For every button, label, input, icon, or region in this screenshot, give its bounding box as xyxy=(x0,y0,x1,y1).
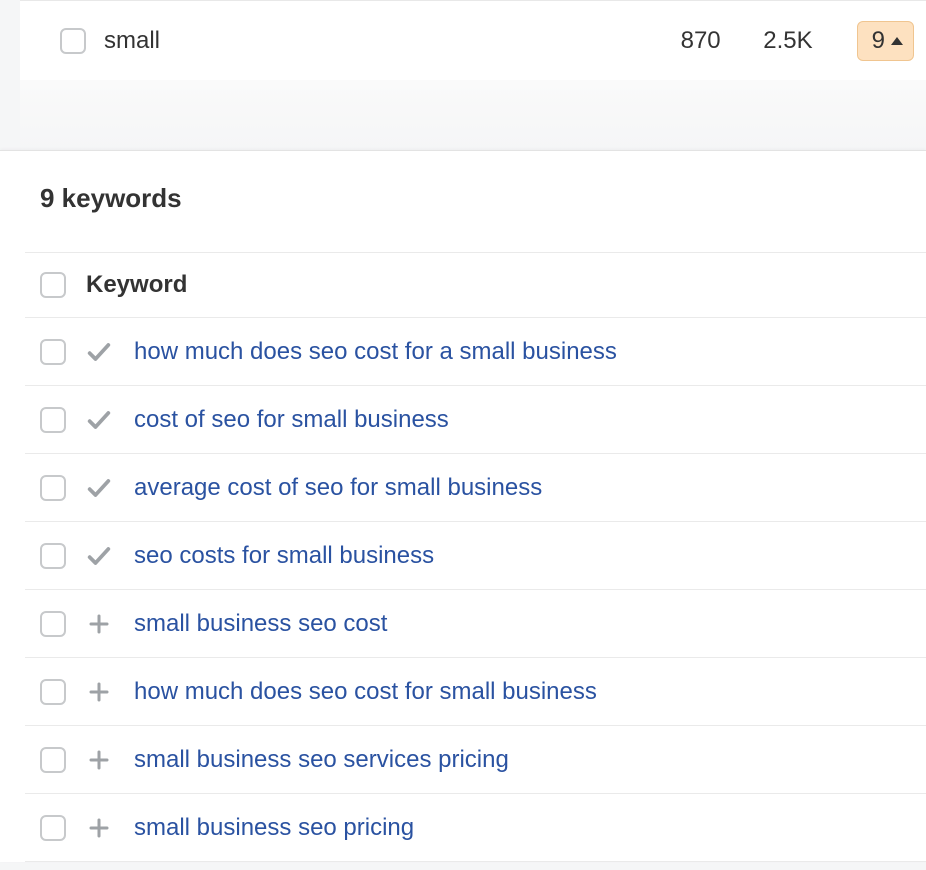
keywords-header-row: Keyword xyxy=(25,252,926,318)
keyword-row: how much does seo cost for a small busin… xyxy=(25,318,926,386)
keyword-checkbox[interactable] xyxy=(40,543,66,569)
keyword-checkbox[interactable] xyxy=(40,407,66,433)
keyword-column-header[interactable]: Keyword xyxy=(86,271,187,299)
parent-keyword-text: small xyxy=(104,27,643,55)
parent-stat-b: 2.5K xyxy=(727,27,813,55)
parent-checkbox[interactable] xyxy=(60,28,86,54)
keyword-link[interactable]: seo costs for small business xyxy=(134,542,434,570)
keyword-link[interactable]: cost of seo for small business xyxy=(134,406,449,434)
keyword-row: small business seo pricing xyxy=(25,794,926,862)
keyword-link[interactable]: small business seo pricing xyxy=(134,814,414,842)
keywords-panel: 9 keywords Keyword how much does seo cos… xyxy=(0,150,926,862)
keyword-row: average cost of seo for small business xyxy=(25,454,926,522)
keyword-row: small business seo cost xyxy=(25,590,926,658)
parent-stats: 870 2.5K 9 xyxy=(643,21,926,61)
plus-icon[interactable] xyxy=(84,745,114,775)
keyword-checkbox[interactable] xyxy=(40,679,66,705)
check-icon xyxy=(84,405,114,435)
parent-keyword-row: small 870 2.5K 9 xyxy=(20,0,926,80)
caret-up-icon xyxy=(891,37,903,45)
keyword-checkbox[interactable] xyxy=(40,815,66,841)
panel-title: 9 keywords xyxy=(25,183,926,214)
expand-badge[interactable]: 9 xyxy=(857,21,914,61)
keyword-checkbox[interactable] xyxy=(40,747,66,773)
check-icon xyxy=(84,337,114,367)
keyword-link[interactable]: small business seo services pricing xyxy=(134,746,509,774)
plus-icon[interactable] xyxy=(84,609,114,639)
plus-icon[interactable] xyxy=(84,813,114,843)
badge-count: 9 xyxy=(872,27,885,55)
keyword-link[interactable]: average cost of seo for small business xyxy=(134,474,542,502)
keyword-checkbox[interactable] xyxy=(40,611,66,637)
keyword-link[interactable]: how much does seo cost for a small busin… xyxy=(134,338,617,366)
keyword-link[interactable]: small business seo cost xyxy=(134,610,387,638)
check-icon xyxy=(84,473,114,503)
keyword-checkbox[interactable] xyxy=(40,475,66,501)
check-icon xyxy=(84,541,114,571)
select-all-checkbox[interactable] xyxy=(40,272,66,298)
plus-icon[interactable] xyxy=(84,677,114,707)
keyword-row: small business seo services pricing xyxy=(25,726,926,794)
keyword-link[interactable]: how much does seo cost for small busines… xyxy=(134,678,597,706)
parent-stat-a: 870 xyxy=(643,27,721,55)
keyword-row: seo costs for small business xyxy=(25,522,926,590)
keyword-row: cost of seo for small business xyxy=(25,386,926,454)
keyword-checkbox[interactable] xyxy=(40,339,66,365)
keyword-row: how much does seo cost for small busines… xyxy=(25,658,926,726)
